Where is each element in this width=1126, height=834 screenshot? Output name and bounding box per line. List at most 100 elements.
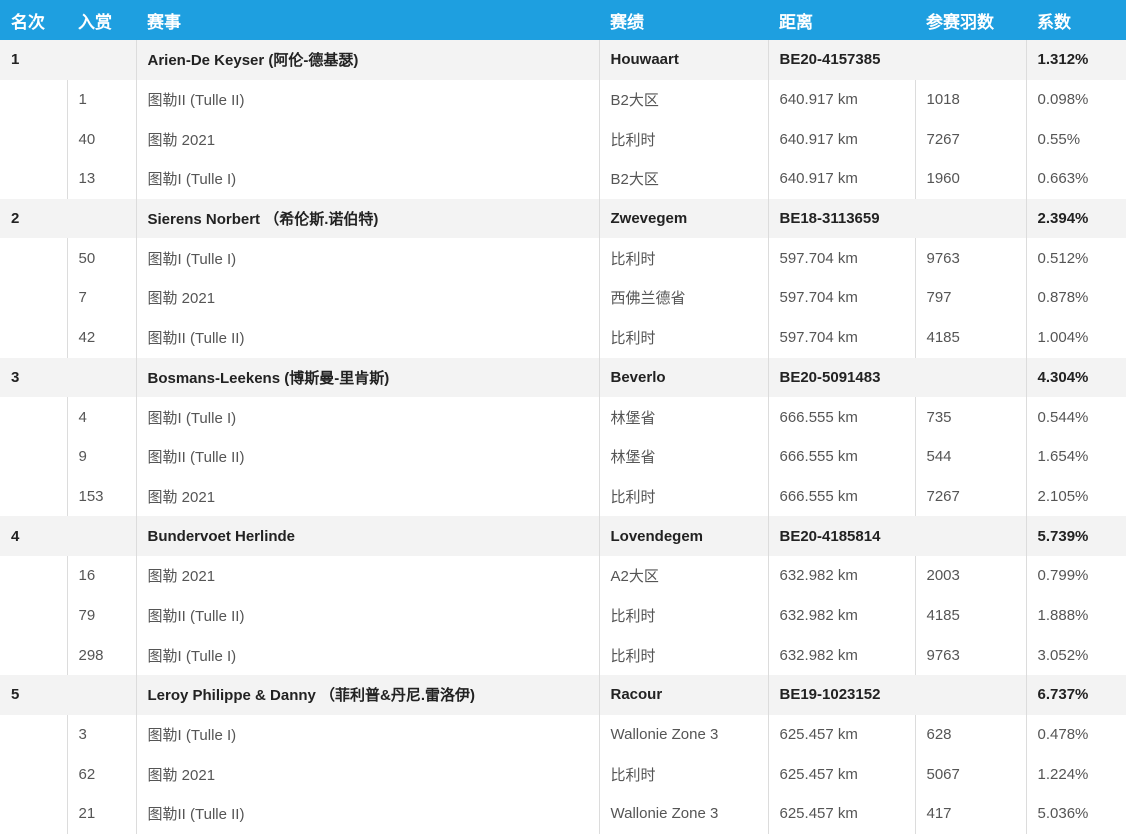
header-result[interactable]: 赛绩 (599, 0, 768, 40)
prize-cell: 21 (66, 794, 136, 834)
prize-cell: 79 (66, 595, 136, 636)
empty-cell (66, 40, 136, 80)
ring-number: BE20-4157385 (767, 40, 915, 80)
fancier-name: Leroy Philippe & Danny （菲利普&丹尼.雷洛伊) (135, 675, 599, 715)
header-rank[interactable]: 名次 (0, 0, 67, 40)
empty-cell (914, 198, 1026, 239)
region-cell: Wallonie Zone 3 (598, 714, 768, 755)
header-prize[interactable]: 入赏 (67, 0, 136, 40)
birds-cell: 5067 (914, 754, 1026, 795)
fancier-name: Bundervoet Herlinde (135, 516, 599, 556)
distance-cell: 666.555 km (767, 397, 915, 437)
prize-cell: 42 (66, 317, 136, 358)
distance-cell: 632.982 km (767, 595, 915, 636)
prize-cell: 153 (66, 476, 136, 517)
empty-cell (0, 635, 67, 675)
prize-cell: 1 (66, 79, 136, 120)
race-cell: 图勒II (Tulle II) (135, 317, 599, 358)
location-cell: Lovendegem (598, 516, 768, 556)
distance-cell: 666.555 km (767, 476, 915, 517)
birds-cell: 797 (914, 278, 1026, 318)
detail-row: 153 图勒 2021 比利时 666.555 km 7267 2.105% (0, 476, 1126, 517)
region-cell: 比利时 (598, 595, 768, 636)
empty-cell (0, 238, 67, 278)
empty-cell (0, 437, 67, 477)
distance-cell: 666.555 km (767, 436, 915, 477)
empty-cell (0, 159, 67, 199)
coef-cell: 2.105% (1025, 476, 1126, 517)
detail-row: 21 图勒II (Tulle II) Wallonie Zone 3 625.4… (0, 794, 1126, 834)
region-cell: 比利时 (598, 635, 768, 675)
birds-cell: 417 (914, 794, 1026, 834)
location-cell: Racour (598, 675, 768, 715)
empty-cell (0, 278, 67, 318)
header-bird-count[interactable]: 参赛羽数 (915, 0, 1026, 40)
empty-cell (0, 596, 67, 636)
race-cell: 图勒I (Tulle I) (135, 714, 599, 755)
prize-cell: 16 (66, 555, 136, 596)
birds-cell: 7267 (914, 476, 1026, 517)
header-row: 名次 入赏 赛事 赛绩 距离 参赛羽数 系数 (0, 0, 1126, 40)
table-header: 名次 入赏 赛事 赛绩 距离 参赛羽数 系数 (0, 0, 1126, 40)
detail-row: 16 图勒 2021 A2大区 632.982 km 2003 0.799% (0, 555, 1126, 596)
coefficient-cell: 5.739% (1025, 516, 1126, 556)
coef-cell: 0.512% (1025, 238, 1126, 279)
distance-cell: 625.457 km (767, 754, 915, 795)
birds-cell: 7267 (914, 119, 1026, 160)
coef-cell: 0.544% (1025, 397, 1126, 437)
coefficient-cell: 1.312% (1025, 40, 1126, 80)
coef-cell: 1.654% (1025, 436, 1126, 477)
detail-row: 79 图勒II (Tulle II) 比利时 632.982 km 4185 1… (0, 595, 1126, 636)
detail-row: 9 图勒II (Tulle II) 林堡省 666.555 km 544 1.6… (0, 436, 1126, 477)
region-cell: Wallonie Zone 3 (598, 794, 768, 834)
birds-cell: 628 (914, 714, 1026, 755)
detail-row: 298 图勒I (Tulle I) 比利时 632.982 km 9763 3.… (0, 635, 1126, 675)
prize-cell: 40 (66, 119, 136, 160)
prize-cell: 50 (66, 238, 136, 279)
empty-cell (0, 794, 67, 834)
empty-cell (0, 477, 67, 517)
ring-number: BE18-3113659 (767, 198, 915, 239)
coef-cell: 5.036% (1025, 794, 1126, 834)
header-race[interactable]: 赛事 (136, 0, 599, 40)
coef-cell: 1.004% (1025, 317, 1126, 358)
winner-row: 1 Arien-De Keyser (阿伦-德基瑟) Houwaart BE20… (0, 40, 1126, 80)
region-cell: 比利时 (598, 754, 768, 795)
distance-cell: 625.457 km (767, 794, 915, 834)
detail-row: 62 图勒 2021 比利时 625.457 km 5067 1.224% (0, 754, 1126, 795)
header-coefficient[interactable]: 系数 (1026, 0, 1126, 40)
coefficient-cell: 4.304% (1025, 357, 1126, 398)
empty-cell (0, 397, 67, 437)
coefficient-cell: 2.394% (1025, 198, 1126, 239)
detail-row: 1 图勒II (Tulle II) B2大区 640.917 km 1018 0… (0, 79, 1126, 120)
distance-cell: 625.457 km (767, 714, 915, 755)
detail-row: 42 图勒II (Tulle II) 比利时 597.704 km 4185 1… (0, 317, 1126, 358)
race-cell: 图勒 2021 (135, 119, 599, 160)
empty-cell (66, 675, 136, 715)
birds-cell: 2003 (914, 555, 1026, 596)
race-cell: 图勒 2021 (135, 555, 599, 596)
detail-row: 3 图勒I (Tulle I) Wallonie Zone 3 625.457 … (0, 714, 1126, 755)
race-cell: 图勒II (Tulle II) (135, 595, 599, 636)
coef-cell: 0.098% (1025, 79, 1126, 120)
fancier-name: Bosmans-Leekens (博斯曼-里肯斯) (135, 357, 599, 398)
region-cell: 比利时 (598, 317, 768, 358)
birds-cell: 4185 (914, 317, 1026, 358)
empty-cell (66, 357, 136, 398)
race-cell: 图勒 2021 (135, 754, 599, 795)
region-cell: 比利时 (598, 119, 768, 160)
prize-cell: 9 (66, 436, 136, 477)
coef-cell: 0.799% (1025, 555, 1126, 596)
prize-cell: 13 (66, 159, 136, 199)
location-cell: Beverlo (598, 357, 768, 398)
race-cell: 图勒II (Tulle II) (135, 436, 599, 477)
winner-row: 3 Bosmans-Leekens (博斯曼-里肯斯) Beverlo BE20… (0, 357, 1126, 398)
coef-cell: 1.224% (1025, 754, 1126, 795)
header-distance[interactable]: 距离 (768, 0, 915, 40)
location-cell: Houwaart (598, 40, 768, 80)
detail-row: 13 图勒I (Tulle I) B2大区 640.917 km 1960 0.… (0, 159, 1126, 199)
location-cell: Zwevegem (598, 198, 768, 239)
distance-cell: 597.704 km (767, 238, 915, 279)
detail-row: 4 图勒I (Tulle I) 林堡省 666.555 km 735 0.544… (0, 397, 1126, 437)
birds-cell: 735 (914, 397, 1026, 437)
